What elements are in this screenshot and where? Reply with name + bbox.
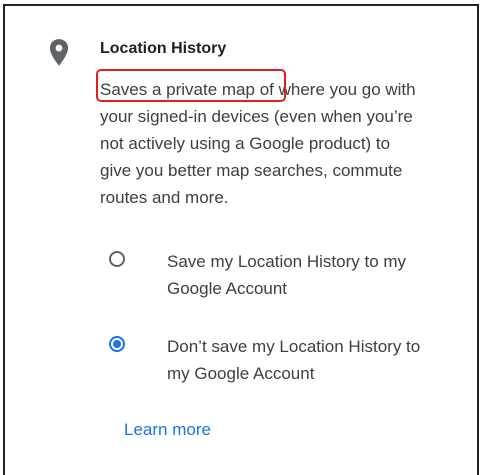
description-line: give you better map searches, commute [100,161,403,180]
learn-more-link[interactable]: Learn more [124,420,211,440]
location-pin-icon [49,39,69,66]
description-line: your signed-in devices (even when you’re [100,107,413,126]
radio-button-checked[interactable] [109,336,125,352]
option-label: Don’t save my Location History to my Goo… [167,337,421,383]
radio-button-unchecked[interactable] [109,251,125,267]
section-description: Saves a private map of where you go with… [100,76,470,211]
option-label: Save my Location History to my Google Ac… [167,252,407,298]
section-title: Location History [100,40,227,57]
description-line: routes and more. [100,188,229,207]
option-save-history[interactable]: Save my Location History to my Google Ac… [100,248,470,304]
option-dont-save-history[interactable]: Don’t save my Location History to my Goo… [100,333,470,389]
description-line: Saves a private map of where you go with [100,80,416,99]
description-line: not actively using a Google product) to [100,134,391,153]
location-history-card [3,4,479,475]
